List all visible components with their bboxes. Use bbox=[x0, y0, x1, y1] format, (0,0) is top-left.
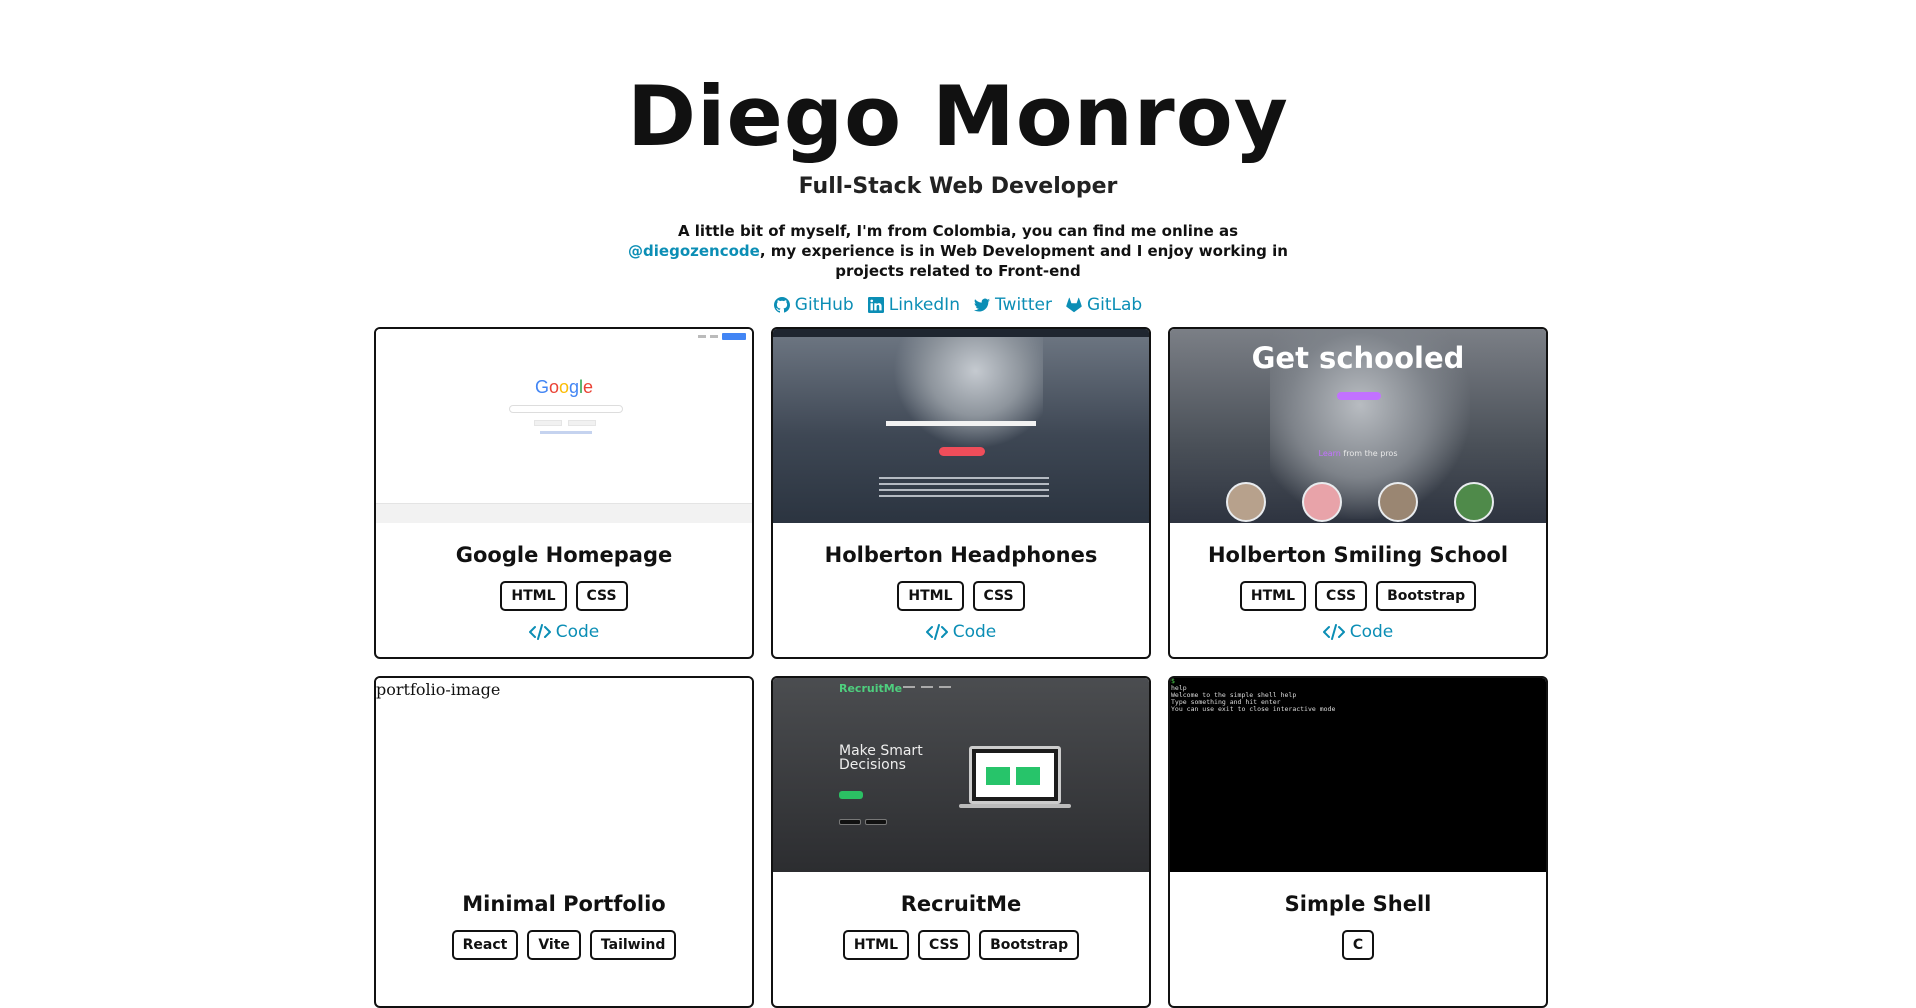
twitter-link[interactable]: Twitter bbox=[973, 295, 1052, 315]
linkedin-link[interactable]: LinkedIn bbox=[867, 295, 960, 315]
bio-text: A little bit of myself, I'm from Colombi… bbox=[628, 222, 1288, 280]
project-thumbnail: $ help Welcome to the simple shell help … bbox=[1170, 678, 1546, 872]
github-link[interactable]: GitHub bbox=[773, 295, 854, 315]
project-title: Google Homepage bbox=[455, 543, 673, 567]
project-title: Minimal Portfolio bbox=[462, 892, 666, 916]
project-title: Holberton Smiling School bbox=[1207, 543, 1509, 567]
project-thumbnail bbox=[773, 329, 1149, 523]
twitter-icon bbox=[973, 298, 990, 312]
tech-tags: HTML CSS bbox=[376, 581, 752, 611]
tech-tag: HTML bbox=[500, 581, 567, 611]
code-icon bbox=[1322, 624, 1345, 640]
thumbnail-subtext: Learn from the pros bbox=[1318, 449, 1398, 458]
project-thumbnail: Google bbox=[376, 329, 752, 523]
tech-tag: HTML bbox=[897, 581, 964, 611]
handle-link[interactable]: @diegozencode bbox=[628, 242, 760, 260]
project-card-minimal-portfolio: portfolio-image Minimal Portfolio React … bbox=[374, 676, 754, 1008]
tech-tag: CSS bbox=[972, 581, 1025, 611]
profile-header: Diego Monroy Full-Stack Web Developer A … bbox=[0, 68, 1916, 316]
project-card-simple-shell: $ help Welcome to the simple shell help … bbox=[1168, 676, 1548, 1008]
project-title: Holberton Headphones bbox=[824, 543, 1098, 567]
code-icon bbox=[528, 624, 551, 640]
project-card-holberton-headphones: Holberton Headphones HTML CSS Code bbox=[771, 327, 1151, 659]
code-link[interactable]: Code bbox=[1170, 622, 1546, 645]
thumbnail-brand: RecruitMe bbox=[839, 682, 903, 695]
project-card-recruitme: RecruitMe Make Smart Decisions RecruitMe … bbox=[771, 676, 1151, 1008]
project-thumbnail: RecruitMe Make Smart Decisions bbox=[773, 678, 1149, 872]
job-title: Full-Stack Web Developer bbox=[798, 174, 1118, 199]
thumbnail-headline: Make Smart Decisions bbox=[839, 743, 923, 773]
project-card-google-homepage: Google Google Homepage HTML CSS Code bbox=[374, 327, 754, 659]
project-thumbnail: Get schooled Learn from the pros bbox=[1170, 329, 1546, 523]
tech-tag: HTML bbox=[1239, 581, 1307, 611]
project-card-holberton-smiling-school: Get schooled Learn from the pros Holbert… bbox=[1168, 327, 1548, 659]
project-title: Simple Shell bbox=[1284, 892, 1432, 916]
terminal-output: $ help Welcome to the simple shell help … bbox=[1171, 678, 1336, 713]
project-title: RecruitMe bbox=[900, 892, 1022, 916]
project-thumbnail: portfolio-image bbox=[376, 678, 752, 872]
code-link[interactable]: Code bbox=[773, 622, 1149, 645]
gitlab-link[interactable]: GitLab bbox=[1066, 295, 1142, 315]
social-links: GitHub LinkedIn Twitter GitLab bbox=[0, 295, 1916, 315]
code-icon bbox=[925, 624, 948, 640]
tech-tags: HTML CSS bbox=[773, 581, 1149, 611]
linkedin-icon bbox=[867, 297, 884, 313]
tech-tag: CSS bbox=[1315, 581, 1368, 611]
tech-tag: CSS bbox=[575, 581, 628, 611]
code-link[interactable]: Code bbox=[376, 622, 752, 645]
gitlab-icon bbox=[1066, 297, 1082, 313]
thumbnail-headline: Get schooled bbox=[1251, 341, 1465, 375]
tech-tags: HTML CSS Bootstrap bbox=[1170, 581, 1546, 611]
github-icon bbox=[773, 297, 790, 313]
broken-image-alt-text: portfolio-image bbox=[376, 680, 501, 699]
projects-grid: Google Google Homepage HTML CSS Code Hol… bbox=[374, 327, 1548, 1008]
tech-tag: Bootstrap bbox=[1376, 581, 1477, 611]
page-title: Diego Monroy bbox=[627, 68, 1289, 165]
